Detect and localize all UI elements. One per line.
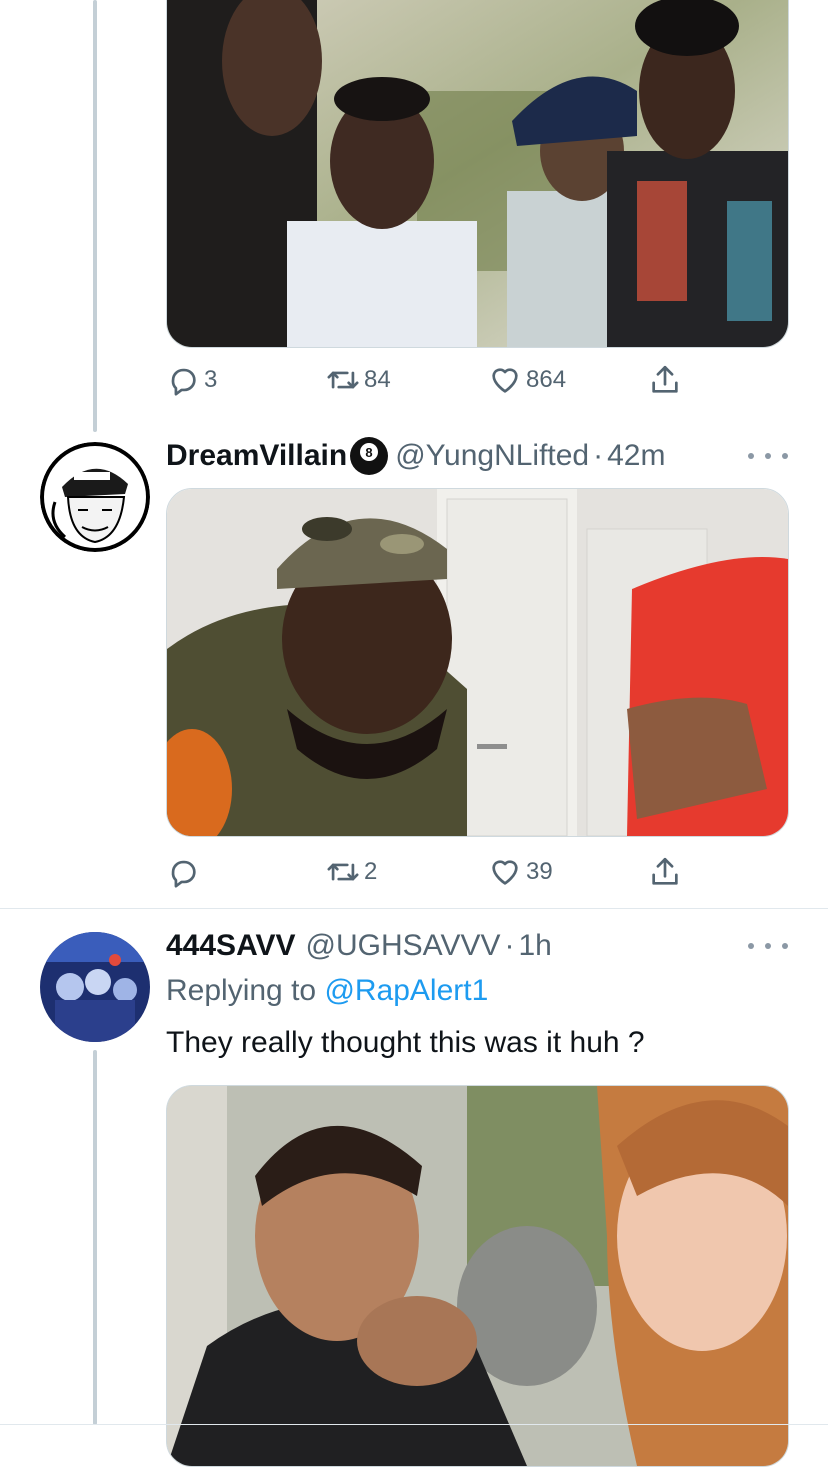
thread-line-bottom: [93, 1050, 97, 1425]
share-icon: [652, 365, 678, 393]
tweet3-photo[interactable]: [166, 1085, 789, 1467]
retweet-button[interactable]: 84: [326, 360, 391, 400]
like-count: 39: [526, 858, 553, 885]
more-dot: [782, 943, 788, 949]
retweet-icon: [327, 371, 359, 389]
user-handle[interactable]: @UGHSAVVV: [306, 929, 501, 963]
tweet-divider: [0, 908, 828, 909]
tweet1-photo[interactable]: [166, 0, 789, 348]
retweet-button[interactable]: 2: [326, 852, 377, 892]
tweet2-action-bar: 2 39: [166, 852, 706, 892]
share-button[interactable]: [648, 360, 682, 400]
reply-button[interactable]: 3: [166, 360, 217, 400]
reply-icon: [171, 368, 196, 396]
tweet2-header: DreamVillain 8 @YungNLifted · 42m: [166, 436, 665, 476]
like-button[interactable]: 39: [488, 852, 553, 892]
tweet3-header: 444SAVV @UGHSAVVV · 1h: [166, 926, 552, 966]
crowd-photo-avatar-image: [40, 932, 150, 1042]
more-dot: [782, 453, 788, 459]
reply-count: 3: [204, 366, 218, 393]
tweet2-photo[interactable]: [166, 488, 789, 837]
separator-dot: ·: [593, 439, 604, 472]
share-icon: [652, 857, 678, 885]
reply-icon: [171, 860, 196, 888]
like-button[interactable]: 864: [488, 360, 566, 400]
share-button[interactable]: [648, 852, 682, 892]
timestamp[interactable]: 42m: [607, 439, 665, 473]
heart-icon: [492, 860, 518, 885]
cartoon-avatar-image: [40, 442, 150, 552]
retweet-count: 84: [364, 366, 391, 393]
separator-dot: ·: [504, 929, 515, 962]
mention-link[interactable]: @RapAlert1: [324, 974, 488, 1007]
svg-text:8: 8: [366, 445, 373, 460]
more-dot: [748, 943, 754, 949]
display-name[interactable]: DreamVillain: [166, 439, 347, 473]
8-ball-icon: 8: [350, 437, 389, 475]
replying-to-line: Replying to @RapAlert1: [166, 974, 488, 1008]
display-name[interactable]: 444SAVV: [166, 929, 296, 963]
thread-line-top: [93, 0, 97, 432]
like-count: 864: [526, 366, 567, 393]
avatar[interactable]: [40, 442, 150, 552]
user-handle[interactable]: @YungNLifted: [395, 439, 589, 473]
timestamp[interactable]: 1h: [518, 929, 551, 963]
more-dot: [765, 453, 771, 459]
tweet-text: They really thought this was it huh ?: [166, 1026, 645, 1059]
more-options-button[interactable]: [748, 936, 788, 956]
heart-icon: [492, 368, 518, 393]
bottom-divider: [0, 1424, 828, 1425]
man-in-camo-hat-image: [167, 489, 788, 836]
replying-to-label: Replying to: [166, 974, 325, 1007]
reply-button[interactable]: [166, 852, 204, 892]
group-photo-image: [167, 0, 788, 347]
avatar[interactable]: [40, 932, 150, 1042]
retweet-icon: [327, 863, 359, 881]
retweet-count: 2: [364, 858, 378, 885]
man-and-woman-image: [167, 1086, 788, 1466]
tweet1-action-bar: 3 84 864: [166, 360, 706, 400]
more-options-button[interactable]: [748, 446, 788, 466]
more-dot: [765, 943, 771, 949]
more-dot: [748, 453, 754, 459]
